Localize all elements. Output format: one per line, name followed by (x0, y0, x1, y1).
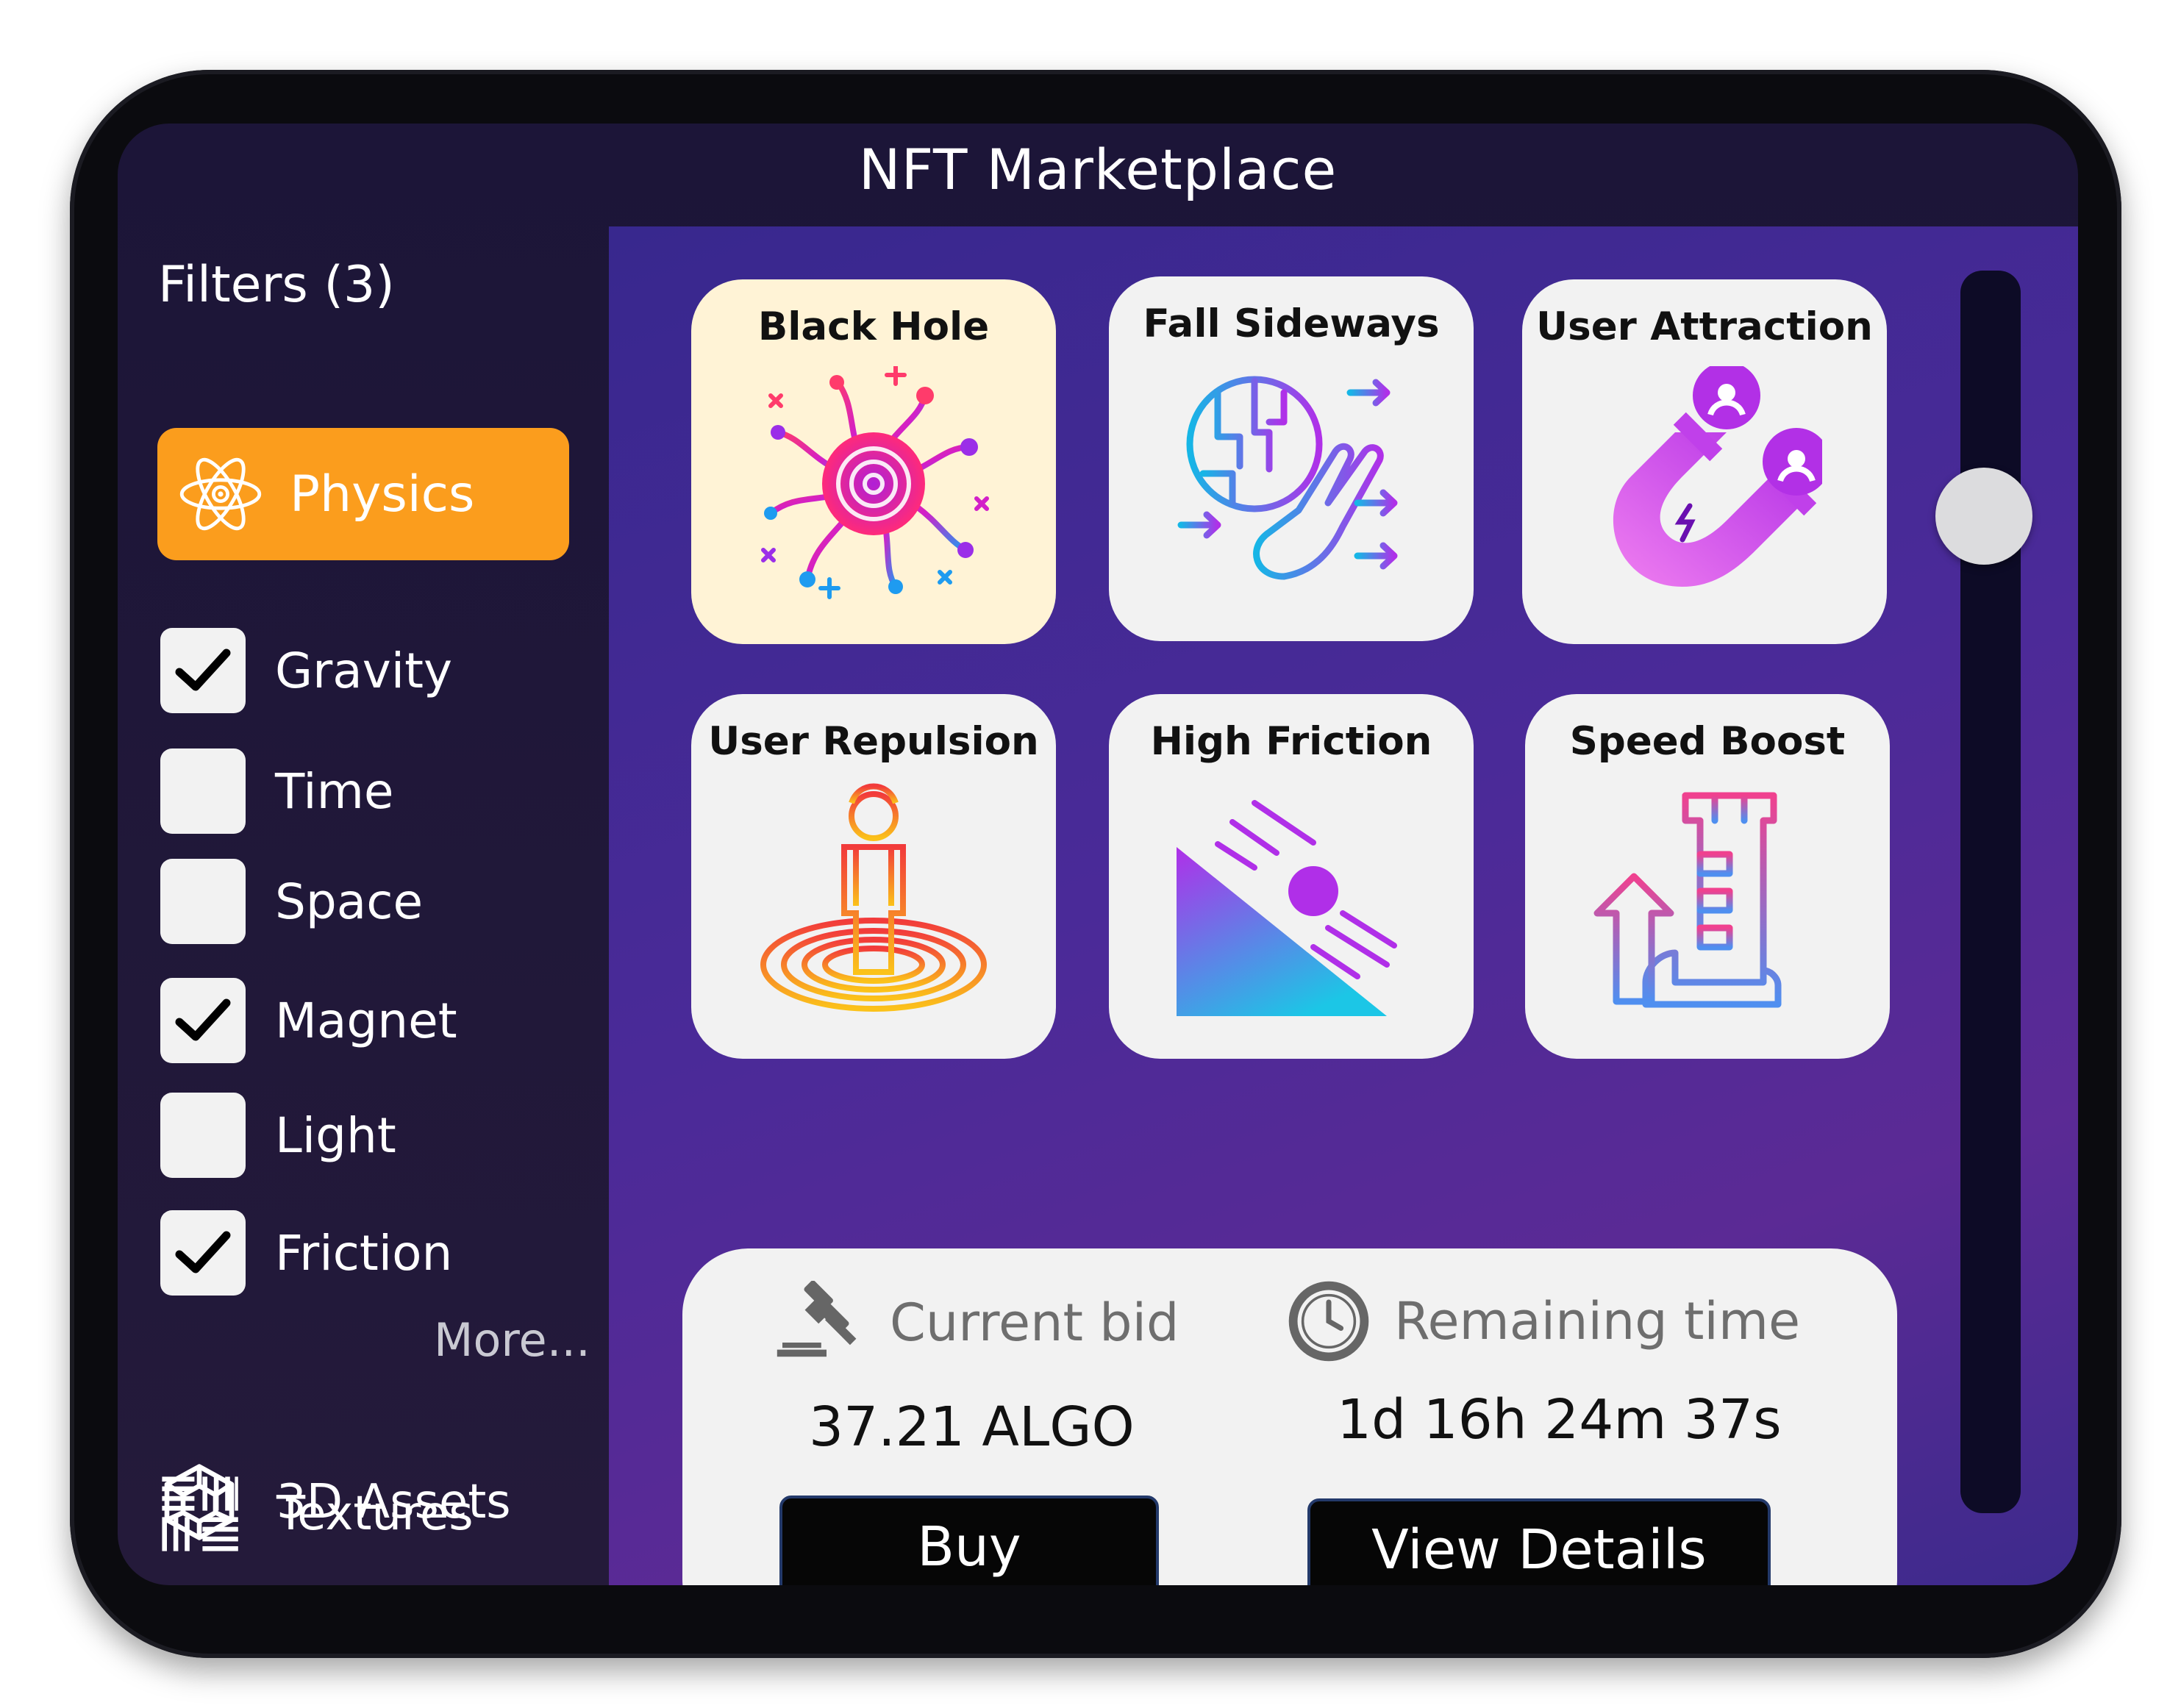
filter-time-checkbox[interactable] (160, 748, 246, 834)
checkmark-icon (175, 998, 231, 1041)
nft-card-title: Speed Boost (1569, 719, 1846, 764)
person-rings-icon (760, 783, 987, 1012)
category-physics-label: Physics (290, 465, 475, 524)
nft-card-title: High Friction (1150, 719, 1432, 764)
checkmark-icon (175, 648, 231, 691)
filter-friction-checkbox[interactable] (160, 1210, 246, 1296)
nft-card-title: User Attraction (1536, 304, 1873, 349)
filter-space[interactable]: Space (160, 859, 423, 944)
current-bid-label: Current bid (890, 1293, 1179, 1353)
category-physics-button[interactable]: Physics (157, 428, 569, 560)
nft-card-speed-boost[interactable]: Speed Boost (1525, 694, 1890, 1059)
scrollbar-thumb[interactable] (1935, 468, 2032, 565)
main-content: Black Hole Fall Sideways User Attraction… (609, 226, 2078, 1585)
nft-card-high-friction[interactable]: High Friction (1109, 694, 1474, 1059)
remaining-time-label: Remaining time (1394, 1291, 1801, 1351)
filter-gravity-checkbox[interactable] (160, 628, 246, 713)
gavel-icon (777, 1281, 857, 1357)
page-title: NFT Marketplace (858, 137, 1338, 202)
nav-textures-label: Textures (276, 1487, 474, 1541)
texture-grid-icon (162, 1476, 238, 1551)
current-bid-value: 37.21 ALGO (809, 1396, 1135, 1459)
filter-gravity-label: Gravity (275, 642, 453, 699)
filter-magnet[interactable]: Magnet (160, 978, 457, 1063)
sidebar: Filters (3) Physics Gravity Time Space M… (118, 226, 609, 1585)
checkmark-icon (175, 1231, 231, 1273)
filter-space-checkbox[interactable] (160, 859, 246, 944)
filter-magnet-checkbox[interactable] (160, 978, 246, 1063)
filter-friction-label: Friction (275, 1224, 453, 1282)
slope-ball-icon (1177, 800, 1397, 1016)
nft-card-user-attraction[interactable]: User Attraction (1522, 279, 1887, 644)
more-filters-link[interactable]: More... (434, 1313, 590, 1367)
atom-icon (179, 457, 262, 531)
filter-magnet-label: Magnet (275, 992, 457, 1049)
filter-time-label: Time (275, 762, 394, 820)
filters-title: Filters (3) (158, 256, 395, 314)
filter-time[interactable]: Time (160, 748, 394, 834)
filter-friction[interactable]: Friction (160, 1210, 452, 1296)
nft-card-fall-sideways[interactable]: Fall Sideways (1109, 276, 1474, 641)
nft-card-title: User Repulsion (708, 719, 1039, 764)
remaining-time-value: 1d 16h 24m 37s (1337, 1388, 1782, 1451)
app-screen: NFT Marketplace Filters (3) Physics Grav… (118, 124, 2078, 1585)
auction-panel: Current bid 37.21 ALGO Remaining time 1d… (682, 1248, 1897, 1585)
filter-gravity[interactable]: Gravity (160, 628, 452, 713)
nft-card-title: Fall Sideways (1143, 301, 1440, 346)
globe-hand-icon (1177, 376, 1398, 580)
nft-card-user-repulsion[interactable]: User Repulsion (691, 694, 1056, 1059)
filter-light-checkbox[interactable] (160, 1093, 246, 1178)
black-hole-icon (761, 366, 989, 599)
filter-light-label: Light (275, 1107, 396, 1164)
buy-button[interactable]: Buy (779, 1496, 1159, 1585)
clock-icon (1288, 1281, 1369, 1362)
magnet-icon (1613, 366, 1822, 587)
nft-card-title: Black Hole (757, 304, 990, 349)
nav-textures[interactable]: Textures (159, 1473, 474, 1554)
filter-light[interactable]: Light (160, 1093, 396, 1178)
boot-arrow-icon (1593, 792, 1782, 1008)
nft-card-black-hole[interactable]: Black Hole (691, 279, 1056, 644)
filter-space-label: Space (275, 873, 424, 930)
scrollbar-track[interactable] (1960, 271, 2021, 1513)
view-details-button[interactable]: View Details (1307, 1498, 1771, 1585)
